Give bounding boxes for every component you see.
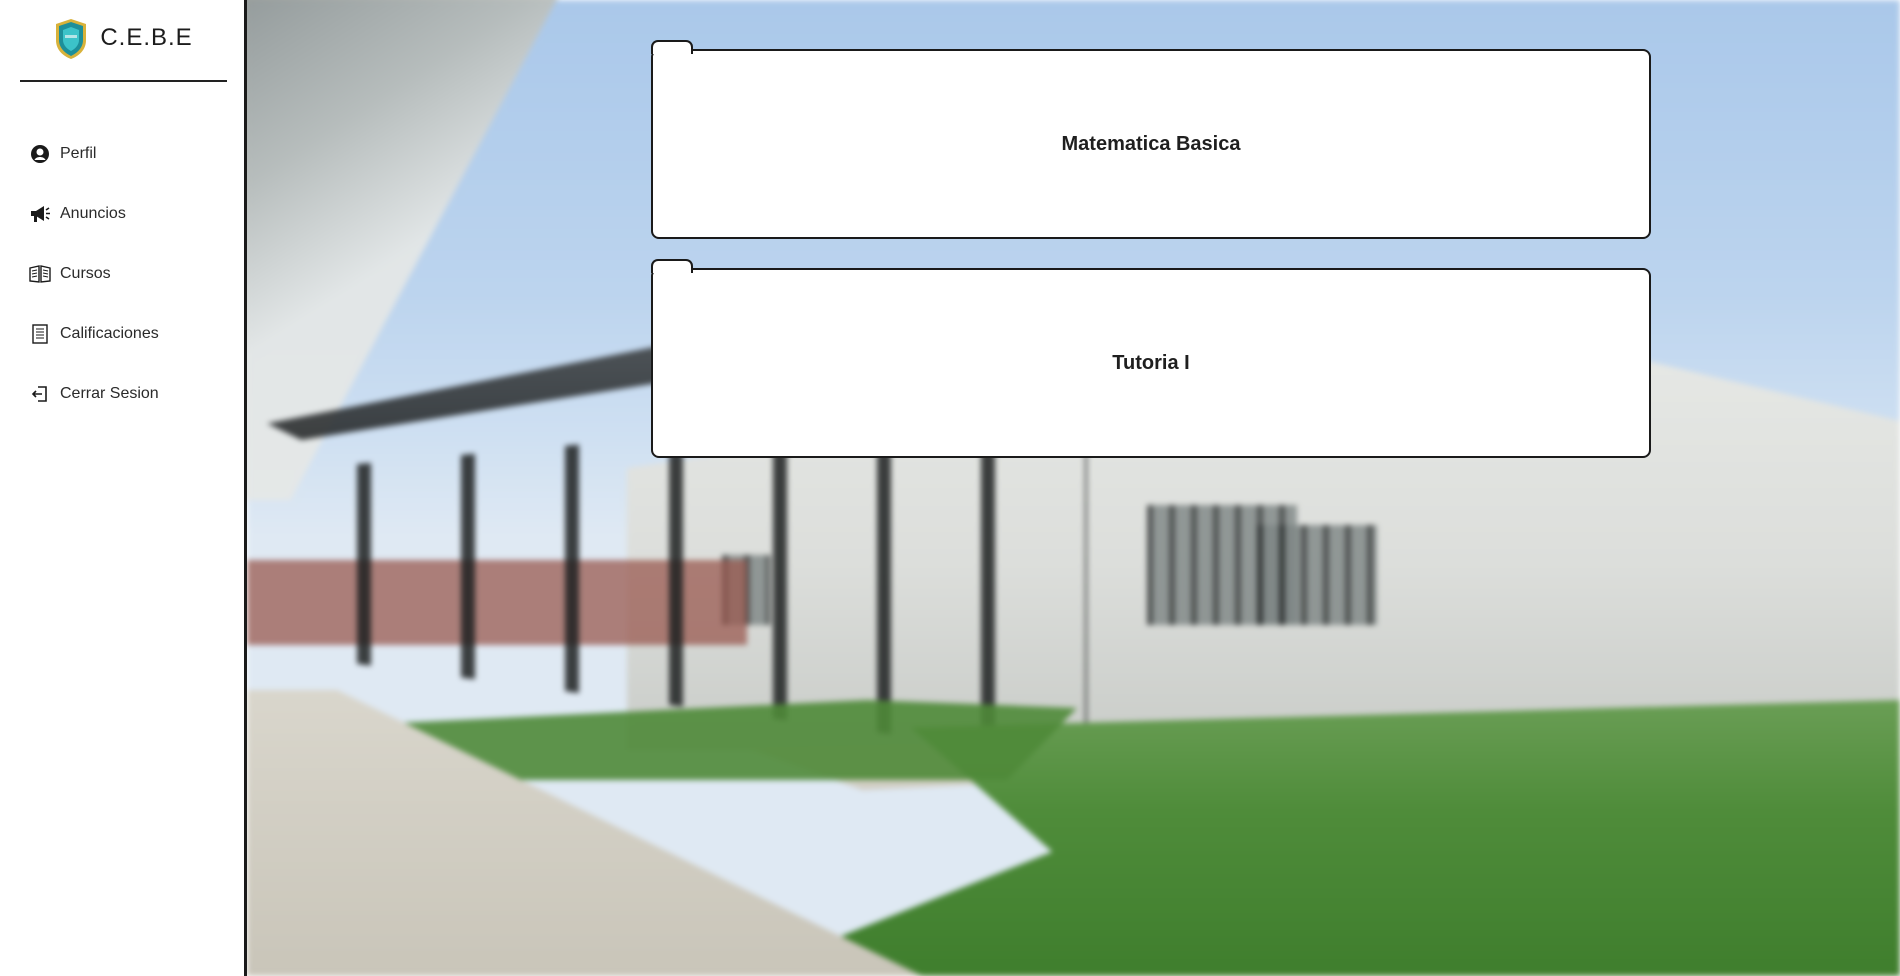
sidebar-item-label: Calificaciones xyxy=(60,325,159,342)
megaphone-icon xyxy=(29,203,51,225)
sidebar-item-cursos[interactable]: Cursos xyxy=(0,244,244,304)
sidebar-item-anuncios[interactable]: Anuncios xyxy=(0,184,244,244)
folder-tab xyxy=(651,40,693,54)
book-icon xyxy=(29,263,51,285)
course-card-body: Matematica Basica xyxy=(651,49,1651,239)
brand-title: C.E.B.E xyxy=(100,24,193,51)
sidebar-item-label: Cerrar Sesion xyxy=(60,385,159,402)
course-list: Matematica Basica Tutoria I xyxy=(651,40,1651,478)
main-content: Matematica Basica Tutoria I xyxy=(247,0,1900,976)
sidebar-item-calificaciones[interactable]: Calificaciones xyxy=(0,304,244,364)
course-card-body: Tutoria I xyxy=(651,268,1651,458)
course-card[interactable]: Matematica Basica xyxy=(651,40,1651,239)
clipboard-icon xyxy=(29,323,51,345)
sidebar-item-label: Anuncios xyxy=(60,205,126,222)
school-shield-logo xyxy=(56,19,87,59)
course-title: Matematica Basica xyxy=(1061,132,1241,155)
course-title: Tutoria I xyxy=(1112,351,1190,374)
course-card[interactable]: Tutoria I xyxy=(651,259,1651,458)
sidebar-item-cerrar-sesion[interactable]: Cerrar Sesion xyxy=(0,364,244,424)
logout-icon xyxy=(29,383,51,405)
sidebar-item-perfil[interactable]: Perfil xyxy=(0,124,244,184)
sidebar: C.E.B.E Perfil Anuncios Cursos Calificac… xyxy=(0,0,247,976)
folder-tab xyxy=(651,259,693,273)
app: C.E.B.E Perfil Anuncios Cursos Calificac… xyxy=(0,0,1900,976)
sidebar-nav: Perfil Anuncios Cursos Calificaciones Ce… xyxy=(0,124,244,424)
user-icon xyxy=(29,143,51,165)
sidebar-item-label: Cursos xyxy=(60,265,111,282)
brand-header: C.E.B.E xyxy=(20,14,227,82)
sidebar-item-label: Perfil xyxy=(60,145,97,162)
